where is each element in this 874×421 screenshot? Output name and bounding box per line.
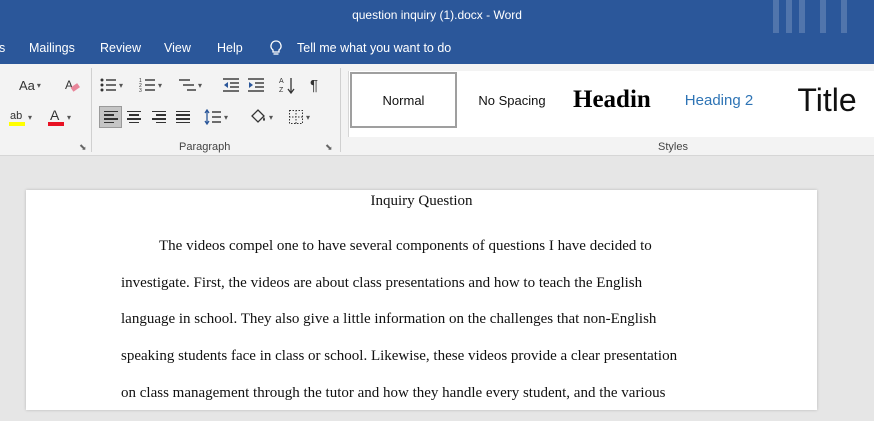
styles-gallery: Normal No Spacing Headin Heading 2 Title (348, 71, 874, 137)
shading-button[interactable]: ▾ (249, 106, 273, 128)
justify-icon (176, 110, 190, 124)
svg-text:A: A (50, 107, 60, 123)
chevron-down-icon: ▾ (158, 80, 163, 90)
paragraph-line: language in school. They also give a lit… (121, 311, 657, 328)
multilevel-list-button[interactable]: ▾ (178, 74, 202, 96)
tab-review[interactable]: Review (100, 41, 141, 55)
bullets-icon (100, 78, 116, 92)
style-title-label: Title (797, 81, 857, 118)
increase-indent-icon (248, 78, 264, 92)
chevron-down-icon: ▾ (224, 112, 229, 122)
chevron-down-icon: ▾ (67, 112, 72, 122)
window-title: question inquiry (1).docx - Word (352, 8, 522, 22)
borders-button[interactable]: ▾ (288, 106, 310, 128)
title-bar-decoration (799, 0, 805, 33)
clear-formatting-button[interactable]: A (63, 74, 81, 96)
multilevel-list-icon (179, 79, 196, 91)
tell-me-search[interactable]: Tell me what you want to do (297, 41, 451, 55)
document-title: Inquiry Question (370, 193, 473, 209)
style-no-spacing[interactable]: No Spacing (461, 72, 563, 128)
highlight-color-button[interactable]: ab ▾ (8, 106, 32, 128)
tab-mailings[interactable]: Mailings (29, 41, 75, 55)
align-right-icon (152, 110, 166, 124)
decrease-indent-button[interactable] (222, 74, 240, 96)
font-dialog-launcher[interactable]: ⬊ (79, 142, 87, 153)
sort-button[interactable]: AZ (279, 74, 295, 96)
chevron-down-icon: ▾ (269, 112, 274, 122)
align-left-button[interactable] (99, 106, 122, 128)
chevron-down-icon: ▾ (198, 80, 203, 90)
line-spacing-icon (204, 109, 221, 125)
decrease-indent-icon (223, 78, 239, 92)
bullets-button[interactable]: ▾ (100, 74, 123, 96)
show-formatting-marks-button[interactable]: ¶ (310, 74, 318, 96)
body-paragraph: The videos compel one to have several co… (121, 238, 741, 421)
document-page[interactable]: Inquiry Question The videos compel one t… (26, 190, 817, 410)
paragraph-dialog-launcher[interactable]: ⬊ (325, 142, 333, 153)
paragraph-group-label: Paragraph (179, 141, 231, 153)
style-normal-label: Normal (382, 92, 425, 108)
lightbulb-icon[interactable] (270, 40, 282, 57)
svg-text:ab: ab (10, 110, 22, 122)
style-heading-2[interactable]: Heading 2 (669, 72, 769, 128)
paragraph-line: investigate. First, the videos are about… (121, 274, 643, 291)
paragraph-line: speaking students face in class or schoo… (121, 348, 678, 365)
borders-icon (289, 110, 303, 124)
tab-help[interactable]: Help (217, 41, 243, 55)
font-color-icon: A (48, 107, 64, 126)
tab-references[interactable]: s (0, 41, 5, 55)
style-normal[interactable]: Normal (350, 72, 457, 128)
ribbon: Aa ▾ A ab ▾ A ▾ ⬊ ▾ 123 ▾ ▾ A Z ¶ ▾ ▾ ▾ … (0, 64, 874, 156)
clear-formatting-icon: A (65, 78, 80, 92)
change-case-button[interactable]: Aa ▾ (19, 74, 41, 96)
increase-indent-button[interactable] (247, 74, 265, 96)
menu-bar: s Mailings Review View Help Tell me what… (0, 33, 874, 64)
svg-text:Z: Z (279, 87, 284, 94)
justify-button[interactable] (174, 106, 192, 128)
numbering-button[interactable]: 123 ▾ (139, 74, 162, 96)
align-center-icon (127, 110, 141, 124)
line-spacing-button[interactable]: ▾ (204, 106, 228, 128)
svg-text:A: A (65, 78, 73, 92)
title-bar: question inquiry (1).docx - Word (0, 0, 874, 33)
align-right-button[interactable] (150, 106, 168, 128)
title-bar-decoration (820, 0, 826, 33)
title-bar-decoration (841, 0, 847, 33)
group-separator (91, 68, 92, 152)
chevron-down-icon: ▾ (28, 112, 33, 122)
paragraph-line: The videos compel one to have several co… (159, 238, 652, 254)
styles-group-label: Styles (658, 141, 688, 153)
chevron-down-icon: ▾ (306, 112, 311, 122)
change-case-label: Aa (19, 77, 35, 93)
svg-text:3: 3 (139, 88, 142, 92)
paragraph-line: on class management through the tutor an… (121, 384, 666, 401)
style-heading-2-label: Heading 2 (684, 91, 754, 109)
numbering-icon: 123 (139, 78, 155, 92)
tab-view[interactable]: View (164, 41, 191, 55)
align-left-icon (103, 110, 118, 124)
title-bar-decoration (786, 0, 792, 33)
sort-icon: AZ (279, 78, 295, 94)
style-heading-1-label: Headin (573, 86, 651, 113)
chevron-down-icon: ▾ (36, 80, 41, 90)
title-bar-decoration (773, 0, 779, 33)
font-color-button[interactable]: A ▾ (47, 106, 71, 128)
paint-bucket-icon (251, 109, 265, 123)
group-separator (340, 68, 341, 152)
highlighter-icon: ab (9, 110, 25, 126)
style-no-spacing-label: No Spacing (478, 92, 546, 108)
align-center-button[interactable] (125, 106, 143, 128)
svg-text:A: A (279, 78, 284, 85)
chevron-down-icon: ▾ (119, 80, 124, 90)
style-heading-1[interactable]: Headin (569, 72, 669, 128)
pilcrow-icon: ¶ (310, 76, 319, 94)
style-title[interactable]: Title (779, 72, 874, 128)
